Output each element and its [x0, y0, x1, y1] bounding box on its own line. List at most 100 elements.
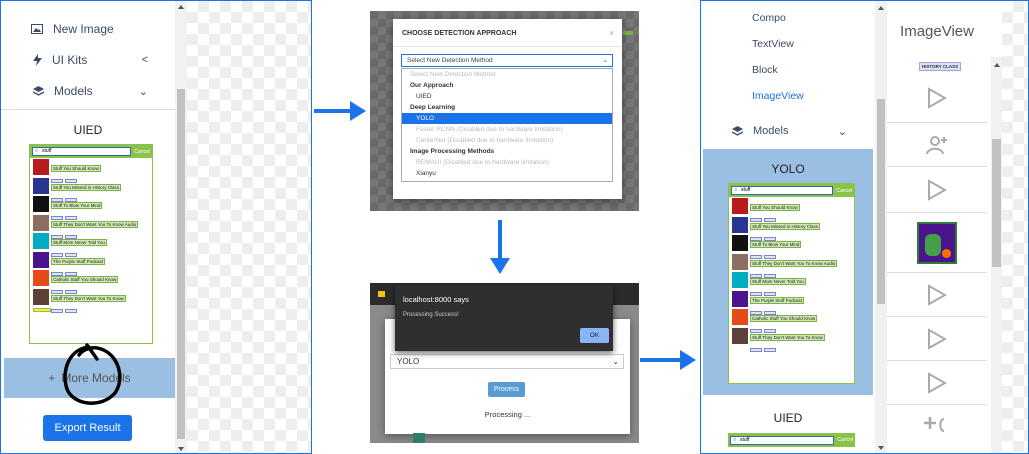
- list-item[interactable]: Catholic Stuff You Should Know: [729, 308, 854, 333]
- phone-search-bar[interactable]: ○ stuff Cancel: [729, 184, 854, 197]
- nav-item-ui-kits[interactable]: UI Kits <: [33, 52, 148, 68]
- list-item[interactable]: Stuff You Should Know: [729, 197, 854, 222]
- phone-search-bar[interactable]: ○ stuff Cancel: [30, 145, 152, 158]
- list-item-title: Stuff To Blow Your Mind: [750, 241, 802, 248]
- dropdown-option[interactable]: Xianyu: [402, 168, 612, 179]
- podcast-thumbnail: [33, 288, 49, 305]
- detection-options-list[interactable]: Select New Detection Method Our Approach U…: [401, 68, 613, 182]
- play-icon: [887, 361, 987, 405]
- right-scrollbar[interactable]: [875, 1, 887, 453]
- nav-item-new-image[interactable]: New Image: [31, 21, 151, 37]
- phone-search-bar[interactable]: ○ stuff Cancel: [728, 433, 855, 447]
- phone-cancel-button[interactable]: Cancel: [836, 188, 852, 194]
- option-group-label: Our Approach: [410, 82, 454, 89]
- nav-item-imageview[interactable]: ImageView: [752, 90, 804, 102]
- phone-search-input[interactable]: ○ stuff: [730, 435, 835, 445]
- left-panel: New Image UI Kits < Models ⌄ UIED ○ stuff…: [0, 0, 312, 454]
- export-result-button[interactable]: Export Result: [43, 415, 132, 441]
- scroll-down-icon[interactable]: [878, 446, 884, 450]
- nav-label-ui-kits: UI Kits: [52, 53, 88, 67]
- scribble-annotation: [63, 343, 122, 405]
- nav-item-compo[interactable]: Compo: [752, 12, 786, 24]
- phone-cancel-button[interactable]: Cancel: [837, 437, 853, 443]
- list-item[interactable]: The Purple Stuff Podcast: [30, 251, 152, 276]
- list-item-title: Stuff You Missed in History Class: [750, 222, 820, 230]
- dropdown-option[interactable]: UIED: [402, 91, 612, 102]
- scroll-up-icon[interactable]: [878, 6, 884, 10]
- browser-alert: localhost:8000 says Processing Success! …: [395, 285, 613, 351]
- divider: [1, 109, 175, 110]
- list-item-tags: [51, 308, 149, 313]
- dropdown-option[interactable]: YOLO: [402, 113, 612, 124]
- nav-item-textview[interactable]: TextView: [752, 38, 794, 50]
- flow-arrow-2-line: [498, 220, 502, 260]
- add-person-icon: [887, 123, 987, 167]
- imageview-scrollbar[interactable]: [991, 57, 1002, 453]
- nav-item-models[interactable]: Models ⌄: [33, 83, 148, 99]
- scroll-thumb[interactable]: [177, 89, 185, 439]
- imageview-badge: HISTORY CLASS: [919, 62, 962, 71]
- layers-icon: [732, 125, 743, 136]
- list-item-text: Stuff They Don't Want You To Know: [750, 328, 851, 352]
- scroll-up-icon[interactable]: [178, 5, 184, 9]
- phone-search-input[interactable]: ○ stuff: [731, 186, 834, 195]
- imageview-header: ImageView: [900, 23, 974, 40]
- list-item[interactable]: Stuff Mom Never Told You: [30, 232, 152, 257]
- modal-title: CHOOSE DETECTION APPROACH: [402, 30, 517, 37]
- alert-host: localhost:8000 says: [403, 295, 469, 304]
- tag: [65, 308, 77, 313]
- phone-footer-tag: [33, 308, 51, 312]
- right-canvas: [1002, 1, 1028, 453]
- scroll-down-icon[interactable]: [178, 447, 184, 451]
- list-item[interactable]: Stuff To Blow Your Mind: [30, 195, 152, 220]
- list-item-tags: [750, 347, 851, 352]
- list-item[interactable]: Catholic Stuff You Should Know: [30, 269, 152, 294]
- play-icon: [887, 317, 987, 361]
- nav-item-models[interactable]: Models ⌄: [732, 123, 847, 139]
- list-item[interactable]: Stuff You Should Know: [30, 158, 152, 183]
- list-item-title: Catholic Stuff You Should Know: [51, 276, 119, 283]
- nav-label-models: Models: [753, 125, 789, 137]
- dropdown-option: CenterNet (Disabled due to hardware limi…: [416, 137, 554, 144]
- detection-screen: CHOOSE DETECTION APPROACH × Select New D…: [370, 11, 639, 211]
- imageview-list: [887, 73, 987, 453]
- phone-preview-left[interactable]: ○ stuff Cancel Stuff You Should Know Stuff…: [29, 144, 153, 344]
- divider: [393, 46, 622, 47]
- option-group-label: Deep Learning: [410, 104, 456, 111]
- detection-select[interactable]: YOLO ⌄: [390, 354, 624, 369]
- list-item[interactable]: Stuff They Don't Want You To Know Audio: [30, 214, 152, 239]
- list-item-title: The Purple Stuff Podcast: [51, 257, 105, 265]
- podcast-thumbnail: [732, 272, 748, 288]
- scroll-thumb[interactable]: [877, 99, 885, 304]
- left-scrollbar[interactable]: [175, 1, 187, 453]
- folder-icon: [378, 291, 385, 297]
- scroll-up-icon[interactable]: [994, 63, 1000, 67]
- list-item[interactable]: Stuff You Missed in History Class: [729, 216, 854, 241]
- list-item[interactable]: Stuff They Don't Want You To Know Audio: [729, 253, 854, 278]
- list-item-title: Stuff They Don't Want You To Know: [750, 333, 825, 341]
- list-item[interactable]: Stuff They Don't Want You To Know: [30, 288, 152, 313]
- alert-ok-button[interactable]: OK: [580, 328, 609, 343]
- detection-select-value: YOLO: [397, 357, 420, 366]
- process-button[interactable]: Process: [488, 382, 525, 397]
- phone-search-input[interactable]: ○ stuff: [32, 147, 132, 156]
- search-icon: ○: [733, 436, 737, 443]
- podcast-thumbnail: [732, 309, 748, 325]
- list-item[interactable]: The Purple Stuff Podcast: [729, 290, 854, 315]
- list-item[interactable]: Stuff To Blow Your Mind: [729, 234, 854, 259]
- scroll-thumb[interactable]: [992, 139, 1001, 267]
- section-title-uied: UIED: [73, 123, 103, 137]
- detection-select[interactable]: Select New Detection Method ⌄: [401, 54, 613, 67]
- chevron-down-icon: ⌄: [602, 57, 608, 64]
- backdrop-strip: [413, 433, 425, 443]
- podcast-thumbnail: [33, 270, 49, 286]
- phone-cancel-button[interactable]: Cancel: [134, 149, 150, 155]
- phone-preview-right[interactable]: ○ stuff Cancel Stuff You Should Know Stuff…: [728, 183, 855, 384]
- nav-item-block[interactable]: Block: [752, 64, 778, 76]
- detection-select-value: Select New Detection Method: [407, 57, 493, 64]
- list-item[interactable]: Stuff You Missed in History Class: [30, 177, 152, 202]
- list-item[interactable]: Stuff They Don't Want You To Know: [729, 327, 854, 352]
- list-item[interactable]: Stuff Mom Never Told You: [729, 271, 854, 296]
- tag: [750, 347, 762, 352]
- close-icon[interactable]: ×: [609, 28, 614, 38]
